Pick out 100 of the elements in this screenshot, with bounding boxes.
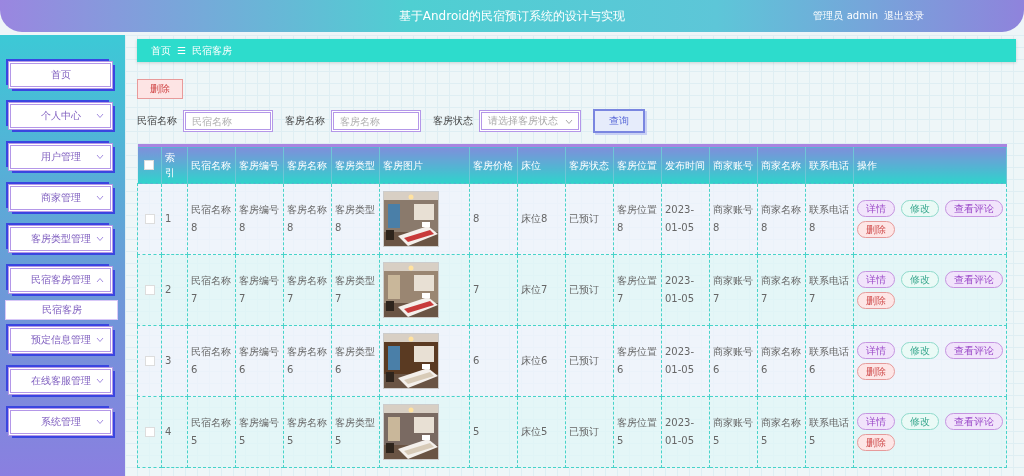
table-cell: 民宿名称8: [191, 204, 231, 233]
table-cell: 客房类型5: [335, 417, 375, 446]
reviews-button[interactable]: 查看评论: [945, 200, 1003, 217]
table-cell: 2023-01-05: [665, 417, 695, 446]
column-header: 商家账号: [713, 159, 753, 171]
table-cell: 客房编号5: [239, 417, 279, 446]
menu-item[interactable]: 在线客服管理: [8, 367, 113, 395]
reviews-button[interactable]: 查看评论: [945, 342, 1003, 359]
menu-item[interactable]: 客房类型管理: [8, 225, 113, 253]
column-header: 客房编号: [239, 159, 279, 171]
table-cell: 联系电话7: [809, 275, 849, 304]
window-title: 基于Android的民宿预订系统的设计与实现: [398, 7, 626, 25]
table-cell: 客房类型6: [335, 346, 375, 375]
reviews-button[interactable]: 查看评论: [945, 413, 1003, 430]
checkbox[interactable]: [144, 160, 155, 170]
separator-icon: ☰: [177, 45, 186, 56]
menu-item[interactable]: 系统管理: [8, 408, 113, 436]
table-cell: 客房编号6: [239, 346, 279, 375]
checkbox[interactable]: [144, 356, 155, 366]
table-cell: 已预订: [569, 355, 599, 366]
table-cell: 2023-01-05: [665, 204, 695, 233]
table-cell: 联系电话6: [809, 346, 849, 375]
menu-item[interactable]: 个人中心: [8, 102, 113, 130]
table-cell: 2: [165, 284, 172, 295]
table-cell: 客房类型8: [335, 204, 375, 233]
column-header: 民宿名称: [191, 159, 231, 171]
table-cell: 商家名称7: [761, 275, 801, 304]
table-cell: 商家账号7: [713, 275, 753, 304]
menu-item[interactable]: 首页: [8, 61, 113, 89]
field-label: 民宿名称: [137, 114, 177, 128]
checkbox[interactable]: [144, 427, 155, 437]
table-cell: 3: [165, 355, 172, 366]
table-cell: 床位6: [521, 355, 548, 366]
menu-item[interactable]: 商家管理: [8, 184, 113, 212]
search-button[interactable]: 查询: [593, 109, 645, 133]
logout-link[interactable]: 退出登录: [884, 9, 924, 23]
select-field[interactable]: 请选择客房状态: [479, 110, 581, 132]
table-cell: 客房类型7: [335, 275, 375, 304]
table-cell: 7: [473, 284, 480, 295]
delete-button[interactable]: 删除: [857, 434, 895, 451]
table-cell: 6: [473, 355, 480, 366]
table-cell: 已预订: [569, 284, 599, 295]
table-cell: 联系电话8: [809, 204, 849, 233]
column-header: 商家名称: [761, 159, 801, 171]
details-button[interactable]: 详情: [857, 342, 895, 359]
column-header: 客房图片: [383, 159, 423, 171]
field-label: 客房名称: [285, 114, 325, 128]
table-cell: 客房位置6: [617, 346, 657, 375]
table-cell: 客房名称5: [287, 417, 327, 446]
column-header: 客房类型: [335, 159, 375, 171]
table-cell: 民宿名称6: [191, 346, 231, 375]
reviews-button[interactable]: 查看评论: [945, 271, 1003, 288]
column-header: 发布时间: [665, 159, 705, 171]
column-header: 床位: [521, 159, 541, 171]
column-header: 索引: [165, 152, 175, 178]
table-cell: 商家账号6: [713, 346, 753, 375]
submenu-item[interactable]: 民宿客房: [6, 301, 117, 319]
table-cell: 2023-01-05: [665, 346, 695, 375]
details-button[interactable]: 详情: [857, 200, 895, 217]
edit-button[interactable]: 修改: [901, 271, 939, 288]
edit-button[interactable]: 修改: [901, 200, 939, 217]
menu-item[interactable]: 用户管理: [8, 143, 113, 171]
column-header: 操作: [857, 159, 877, 171]
table-cell: 客房名称7: [287, 275, 327, 304]
edit-button[interactable]: 修改: [901, 342, 939, 359]
table-cell: 床位5: [521, 426, 548, 437]
delete-button[interactable]: 删除: [857, 363, 895, 380]
delete-button[interactable]: 删除: [857, 221, 895, 238]
input-field[interactable]: 客房名称: [331, 110, 421, 132]
checkbox[interactable]: [144, 285, 155, 295]
input-field[interactable]: 民宿名称: [183, 110, 273, 132]
column-header: 联系电话: [809, 159, 849, 171]
delete-button[interactable]: 删除: [137, 79, 183, 99]
details-button[interactable]: 详情: [857, 271, 895, 288]
table-cell: 已预订: [569, 213, 599, 224]
table-cell: 商家名称6: [761, 346, 801, 375]
table-cell: 8: [473, 213, 480, 224]
checkbox[interactable]: [144, 214, 155, 224]
delete-button[interactable]: 删除: [857, 292, 895, 309]
table-cell: 客房名称8: [287, 204, 327, 233]
breadcrumb-current: 民宿客房: [191, 43, 232, 58]
table-cell: 2023-01-05: [665, 275, 695, 304]
table-cell: 5: [473, 426, 480, 437]
edit-button[interactable]: 修改: [901, 413, 939, 430]
column-header: 客房状态: [569, 159, 609, 171]
table-cell: 民宿名称7: [191, 275, 231, 304]
table-cell: 1: [165, 213, 172, 224]
menu-item[interactable]: 民宿客房管理: [8, 266, 113, 294]
table-cell: 客房位置8: [617, 204, 657, 233]
menu-item[interactable]: 预定信息管理: [8, 326, 113, 354]
column-header: 客房价格: [473, 159, 513, 171]
chevron-down-icon: [565, 119, 573, 125]
table-cell: 客房位置7: [617, 275, 657, 304]
table-cell: 商家名称5: [761, 417, 801, 446]
table-cell: 床位7: [521, 284, 548, 295]
column-header: 客房名称: [287, 159, 327, 171]
field-label: 客房状态: [433, 114, 473, 128]
details-button[interactable]: 详情: [857, 413, 895, 430]
table-cell: 客房编号8: [239, 204, 279, 233]
user-label: 管理员 admin: [813, 9, 878, 23]
